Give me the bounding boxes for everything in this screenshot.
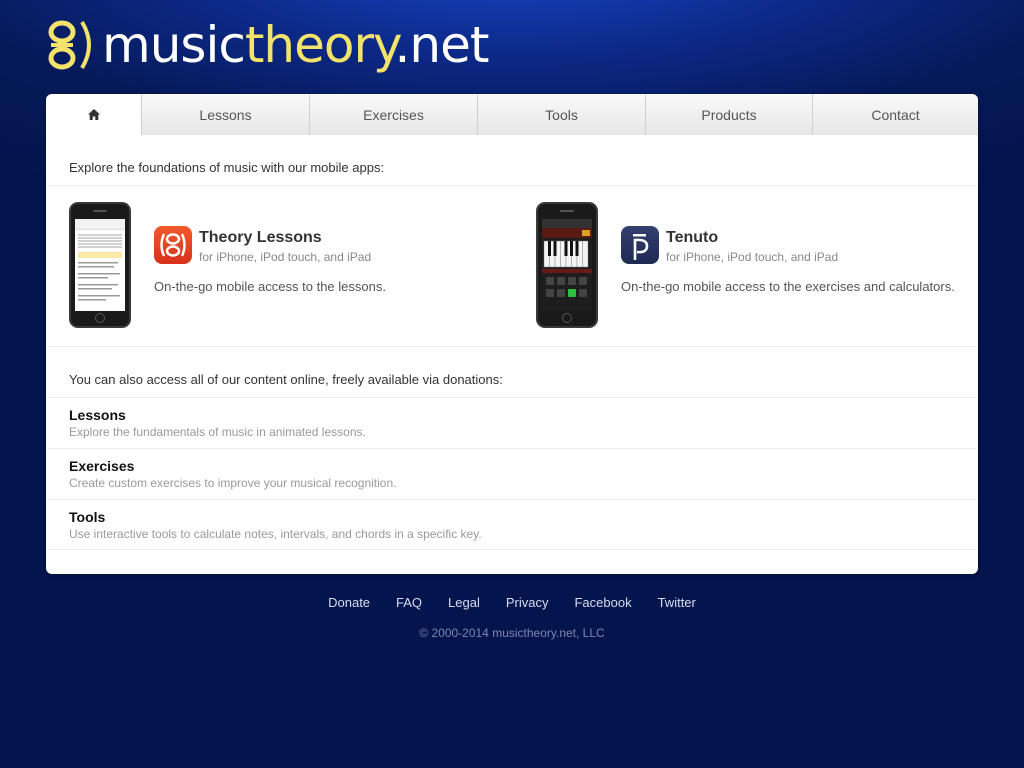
footer-link-donate[interactable]: Donate (328, 595, 370, 610)
copyright: © 2000-2014 musictheory.net, LLC (419, 626, 605, 640)
app-subtitle: for iPhone, iPod touch, and iPad (199, 250, 372, 264)
list-item-title[interactable]: Exercises (69, 458, 955, 474)
app-description: On-the-go mobile access to the exercises… (621, 279, 955, 294)
tab-tools[interactable]: Tools (477, 94, 645, 135)
theory-lessons-app-icon[interactable] (154, 226, 192, 264)
main-nav: Lessons Exercises Tools Products Contact (46, 94, 978, 135)
list-item-title[interactable]: Lessons (69, 407, 955, 423)
footer-link-twitter[interactable]: Twitter (658, 595, 696, 610)
online-intro: You can also access all of our content o… (69, 372, 503, 387)
phone-screenshot-tenuto[interactable] (536, 202, 598, 328)
app-title[interactable]: Theory Lessons (199, 229, 322, 247)
logo-part-theory: theory (244, 16, 396, 74)
logo-part-music: music (102, 16, 246, 74)
home-icon (87, 109, 100, 120)
list-item-description: Create custom exercises to improve your … (69, 476, 397, 490)
tab-products[interactable]: Products (645, 94, 812, 135)
list-item-lessons[interactable]: Lessons Explore the fundamentals of musi… (46, 397, 978, 448)
app-description: On-the-go mobile access to the lessons. (154, 279, 386, 294)
list-item-title[interactable]: Tools (69, 509, 955, 525)
list-item-tools[interactable]: Tools Use interactive tools to calculate… (46, 499, 978, 550)
list-item-description: Explore the fundamentals of music in ani… (69, 425, 366, 439)
tab-exercises[interactable]: Exercises (309, 94, 477, 135)
footer-links: Donate FAQ Legal Privacy Facebook Twitte… (0, 595, 1024, 610)
footer-link-facebook[interactable]: Facebook (574, 595, 631, 610)
apps-section: Theory Lessons for iPhone, iPod touch, a… (46, 186, 978, 347)
app-subtitle: for iPhone, iPod touch, and iPad (666, 250, 839, 264)
site-header: musictheory.net (46, 14, 489, 76)
footer-link-faq[interactable]: FAQ (396, 595, 422, 610)
tab-lessons[interactable]: Lessons (141, 94, 309, 135)
tenuto-app-icon[interactable] (621, 226, 659, 264)
list-item-description: Use interactive tools to calculate notes… (69, 527, 482, 541)
tab-home[interactable] (46, 94, 141, 135)
divider (46, 346, 978, 347)
list-item-exercises[interactable]: Exercises Create custom exercises to imp… (46, 448, 978, 499)
app-title[interactable]: Tenuto (666, 229, 718, 247)
footer-link-legal[interactable]: Legal (448, 595, 480, 610)
logo-icon[interactable] (46, 16, 94, 74)
main-card: Lessons Exercises Tools Products Contact… (46, 94, 978, 574)
content-list: Lessons Explore the fundamentals of musi… (46, 397, 978, 550)
tab-contact[interactable]: Contact (812, 94, 978, 135)
logo-part-net: .net (394, 16, 490, 74)
footer-link-privacy[interactable]: Privacy (506, 595, 549, 610)
phone-screenshot-theory-lessons[interactable] (69, 202, 131, 328)
logo-wordmark[interactable]: musictheory.net (102, 20, 489, 70)
